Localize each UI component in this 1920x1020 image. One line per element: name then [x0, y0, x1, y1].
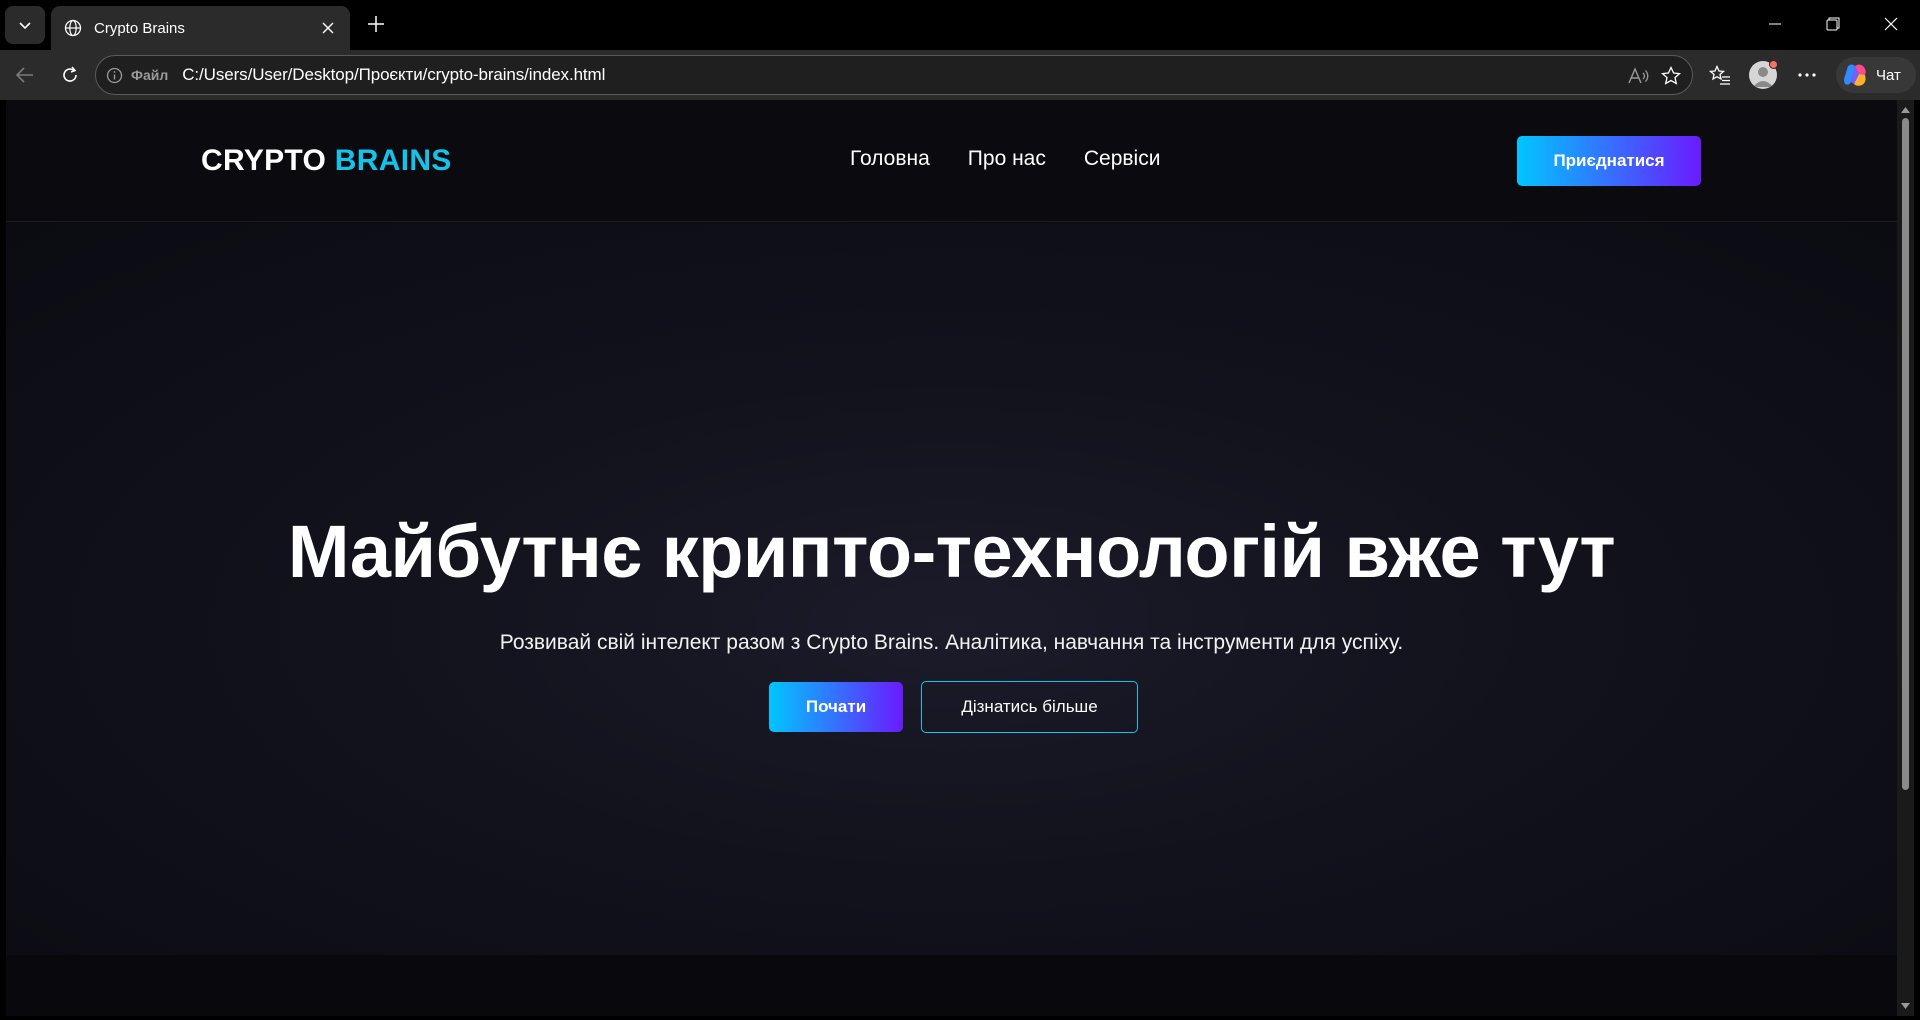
favorites-button[interactable] [1704, 59, 1736, 91]
back-button[interactable] [9, 59, 41, 91]
site-info-button[interactable]: Файл [106, 67, 168, 84]
start-button[interactable]: Почати [769, 682, 903, 732]
close-icon [322, 22, 334, 34]
hero-subtitle: Розвивай свій інтелект разом з Crypto Br… [499, 631, 1404, 654]
nav-link-home[interactable]: Головна [850, 147, 930, 171]
nav-link-about[interactable]: Про нас [968, 147, 1046, 171]
site-info-label: Файл [131, 67, 169, 83]
restore-button[interactable] [1804, 0, 1862, 48]
main-nav: Головна Про нас Сервіси [850, 147, 1160, 171]
minimize-icon [1769, 23, 1781, 25]
refresh-icon [63, 66, 77, 82]
scroll-thumb[interactable] [1902, 118, 1909, 790]
scroll-up-icon [1901, 106, 1910, 113]
scroll-down-icon [1901, 1002, 1910, 1009]
close-window-icon [1884, 17, 1898, 31]
browser-toolbar: Файл C:/Users/User/Desktop/Проєкти/crypt… [0, 50, 1920, 100]
close-tab-button[interactable] [318, 18, 338, 38]
plus-icon [368, 16, 384, 32]
site-header: CRYPTO BRAINS Головна Про нас Сервіси Пр… [6, 100, 1897, 222]
logo-accent: BRAINS [334, 144, 452, 177]
nav-link-services[interactable]: Сервіси [1084, 147, 1161, 171]
favorite-star-icon [1661, 66, 1681, 85]
tab-bar: Crypto Brains [0, 0, 1920, 50]
read-aloud-button[interactable] [1623, 60, 1655, 92]
tab-list-icon [19, 22, 31, 30]
hero-section: Майбутнє крипто-технологій вже тут Розви… [6, 223, 1897, 955]
learn-more-button[interactable]: Дізнатись більше [921, 681, 1138, 733]
favorites-list-icon [1709, 65, 1730, 85]
logo-primary: CRYPTO [201, 144, 327, 177]
minimize-button[interactable] [1746, 0, 1804, 48]
close-window-button[interactable] [1862, 0, 1920, 48]
read-aloud-icon [1628, 67, 1649, 84]
page-scrollbar[interactable] [1897, 100, 1914, 1016]
tab-title: Crypto Brains [94, 19, 185, 37]
hero-title: Майбутнє крипто-технологій вже тут [287, 510, 1616, 593]
chat-label: Чат [1876, 66, 1901, 84]
url-text[interactable]: C:/Users/User/Desktop/Проєкти/crypto-bra… [182, 65, 605, 85]
favorite-button[interactable] [1655, 60, 1687, 92]
restore-icon [1826, 17, 1840, 31]
copilot-icon [1844, 64, 1866, 86]
scroll-up-arrow[interactable] [1900, 104, 1911, 115]
globe-icon [64, 19, 82, 37]
copilot-chat-button[interactable]: Чат [1836, 57, 1916, 93]
back-icon [15, 67, 33, 83]
more-icon [1798, 73, 1816, 77]
page-viewport: CRYPTO BRAINS Головна Про нас Сервіси Пр… [6, 100, 1897, 1016]
scroll-down-arrow[interactable] [1900, 1000, 1911, 1011]
notification-dot [1769, 60, 1778, 69]
new-tab-button[interactable] [362, 10, 390, 38]
refresh-button[interactable] [54, 59, 86, 91]
join-button[interactable]: Приєднатися [1517, 136, 1701, 186]
next-section [6, 955, 1897, 1016]
info-icon [106, 67, 123, 83]
logo[interactable]: CRYPTO BRAINS [201, 144, 452, 178]
browser-tab[interactable]: Crypto Brains [51, 6, 350, 50]
tab-list-button[interactable] [5, 6, 45, 44]
address-bar[interactable]: Файл C:/Users/User/Desktop/Проєкти/crypt… [95, 55, 1693, 95]
more-button[interactable] [1791, 59, 1823, 91]
